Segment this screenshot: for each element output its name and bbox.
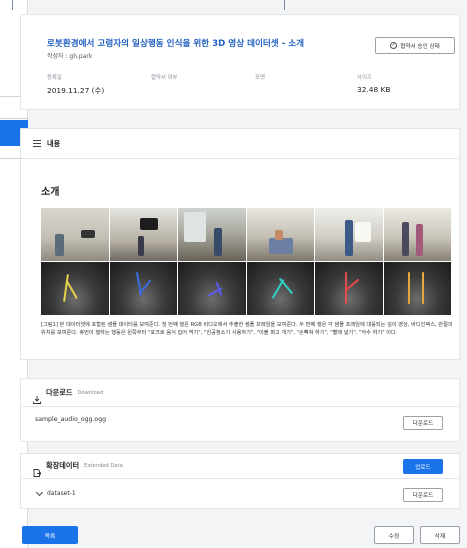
- meta-size: 사이즈 32.48 KB: [357, 75, 391, 94]
- intro-heading: 소개: [41, 187, 60, 198]
- sample-depth-image: [383, 262, 451, 315]
- meta-format: 포맷: [255, 75, 265, 81]
- delete-button[interactable]: 삭제: [420, 526, 460, 544]
- sample-depth-image: [315, 262, 383, 315]
- image-caption: [그림1] 본 데이터셋에 포함된 샘플 데이터를 보여준다. 첫 번째 행은 …: [41, 322, 453, 337]
- dataset-name: dataset-1: [47, 490, 76, 497]
- sample-image-grid: [41, 208, 451, 315]
- background-divider: [284, 0, 285, 10]
- background-divider: [12, 0, 13, 10]
- extended-section-header: 확장데이터 Extended Data: [21, 454, 459, 479]
- download-file-link[interactable]: sample_audio_ogg.ogg: [35, 416, 106, 423]
- download-section-header: 다운로드 Download: [21, 379, 459, 407]
- post-header-card: 로봇환경에서 고령자의 일상행동 인식을 위한 3D 영상 데이터셋 - 소개 …: [20, 14, 460, 110]
- download-button[interactable]: 다운로드: [403, 416, 443, 430]
- download-section-title: 다운로드: [46, 387, 73, 397]
- post-author: 작성자 : gh.park: [47, 53, 93, 60]
- file-export-icon: [33, 462, 42, 477]
- content-section-title: 내용: [47, 138, 61, 148]
- extended-section-subtitle: Extended Data: [84, 463, 123, 469]
- dataset-toggle[interactable]: dataset-1: [35, 488, 76, 497]
- sample-rgb-image: [41, 208, 109, 261]
- sample-rgb-image: [315, 208, 383, 261]
- upload-button[interactable]: 업로드: [403, 459, 443, 474]
- post-title: 로봇환경에서 고령자의 일상행동 인식을 위한 3D 영상 데이터셋 - 소개: [47, 39, 305, 49]
- sample-depth-image: [109, 262, 177, 315]
- dataset-download-button[interactable]: 다운로드: [403, 488, 443, 502]
- meta-agreement: 협약서 여부: [151, 75, 178, 81]
- sample-rgb-image: [383, 208, 451, 261]
- sample-rgb-image: [109, 208, 177, 261]
- list-button[interactable]: 목록: [22, 526, 78, 544]
- edit-button[interactable]: 수정: [374, 526, 414, 544]
- sample-depth-image: [41, 262, 109, 315]
- list-icon: [33, 140, 41, 147]
- extended-data-card: 확장데이터 Extended Data 업로드 dataset-1 다운로드: [20, 453, 460, 509]
- chevron-down-icon: [35, 488, 44, 496]
- download-section-subtitle: Download: [77, 389, 104, 396]
- content-card: 내용 소개 [그림1] 본 데이터셋에 포함된 샘플 데이터를 보여준다. 첫 …: [20, 128, 460, 360]
- contract-status-label: 협약서 승인 상태: [400, 43, 440, 50]
- download-icon: [33, 389, 41, 404]
- sample-depth-image: [246, 262, 314, 315]
- sample-rgb-image: [178, 208, 246, 261]
- meta-registered-date: 등록일 2019.11.27 (수): [47, 75, 105, 95]
- check-circle-icon: ✓: [390, 42, 398, 49]
- sample-depth-image: [178, 262, 246, 315]
- contract-status-button[interactable]: ✓ 협약서 승인 상태: [375, 37, 455, 54]
- content-section-header: 내용: [21, 129, 459, 159]
- extended-section-title: 확장데이터: [46, 461, 80, 470]
- download-card: 다운로드 Download sample_audio_ogg.ogg 다운로드: [20, 378, 460, 442]
- post-meta: 등록일 2019.11.27 (수) 협약서 여부 포맷 사이즈 32.48 K…: [21, 73, 461, 103]
- sample-rgb-image: [246, 208, 314, 261]
